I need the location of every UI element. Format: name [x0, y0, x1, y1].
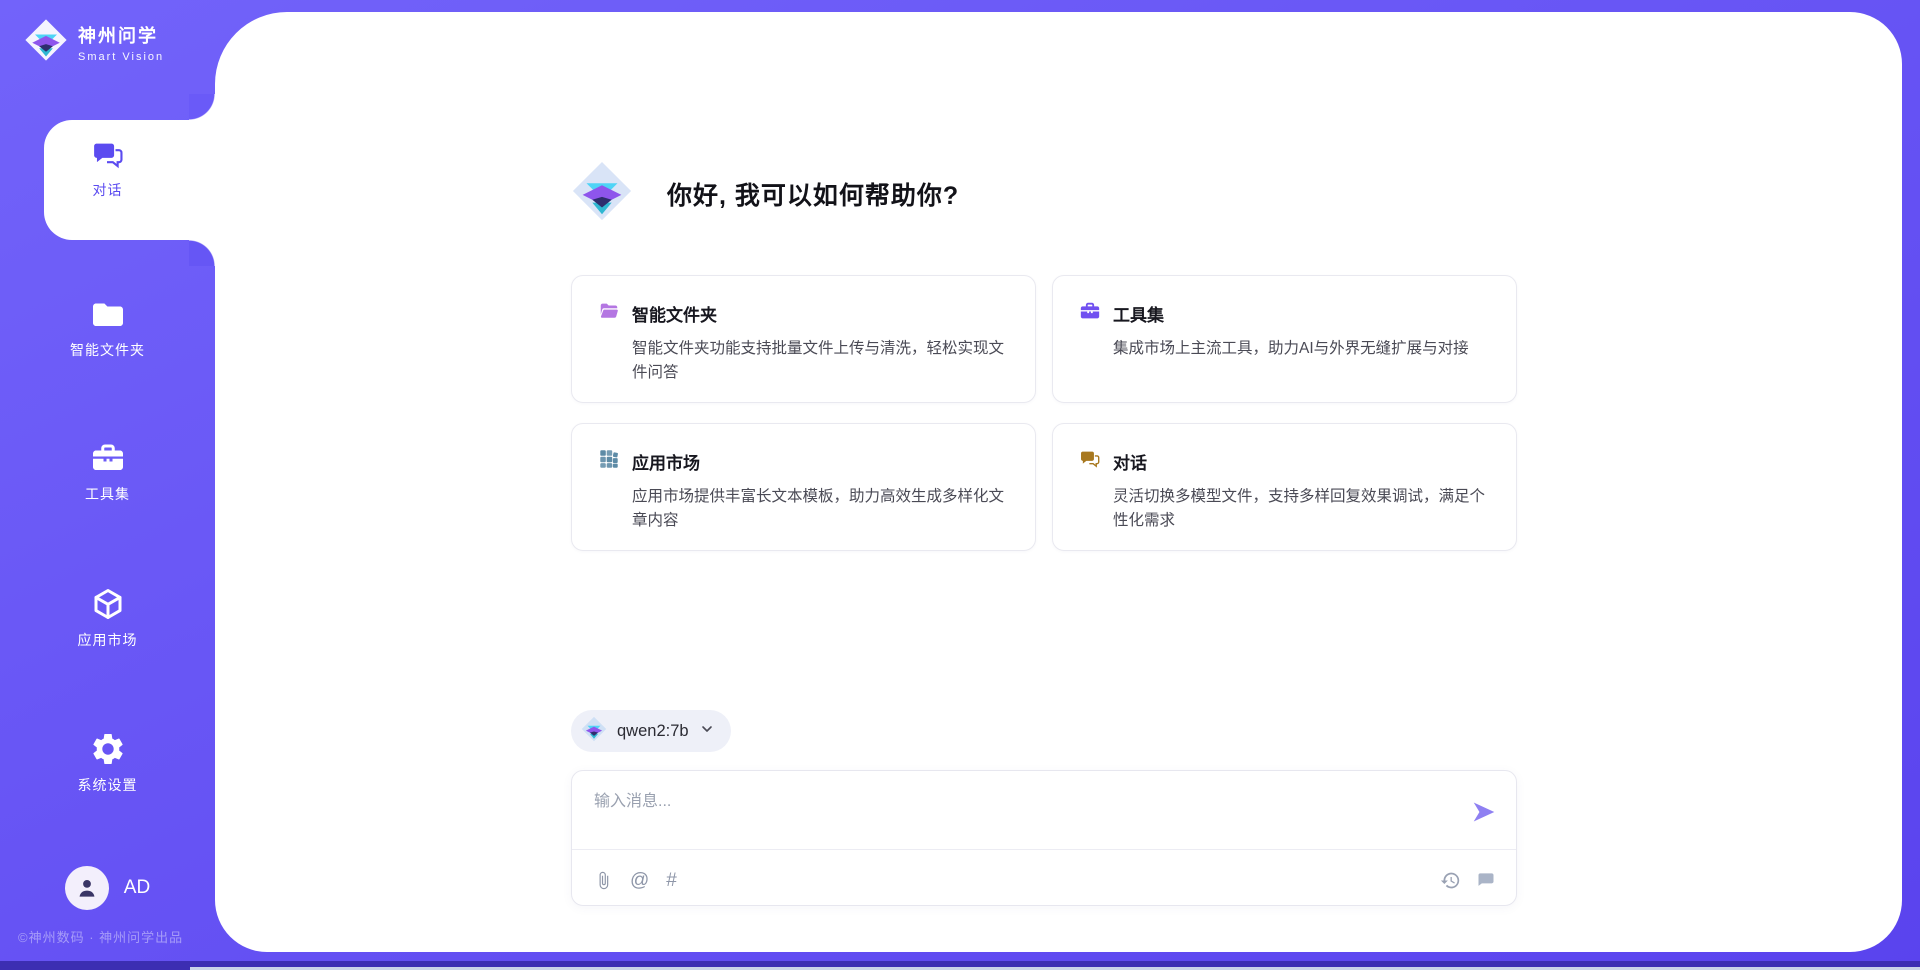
tab-fillet-top — [189, 94, 215, 120]
card-app-market[interactable]: 应用市场 应用市场提供丰富长文本模板，助力高效生成多样化文章内容 — [571, 423, 1036, 551]
card-title: 对话 — [1113, 449, 1147, 474]
app-name: 神州问学 — [78, 22, 164, 48]
user-name: AD — [124, 877, 150, 899]
card-title: 智能文件夹 — [632, 301, 717, 326]
sidebar-item-label: 对话 — [93, 180, 123, 200]
greeting-logo-icon — [571, 160, 633, 227]
feature-cards: 智能文件夹 智能文件夹功能支持批量文件上传与清洗，轻松实现文件问答 工具集 集成… — [571, 275, 1517, 551]
composer-input[interactable] — [594, 787, 1434, 843]
card-smart-folder[interactable]: 智能文件夹 智能文件夹功能支持批量文件上传与清洗，轻松实现文件问答 — [571, 275, 1036, 403]
message-composer: @ # — [571, 770, 1517, 906]
attach-icon[interactable] — [594, 871, 613, 890]
composer-toolbar: @ # — [594, 861, 1496, 899]
sidebar-item-label: 系统设置 — [78, 775, 138, 795]
app-logo: 神州问学 Smart Vision — [24, 18, 164, 67]
tab-fillet-bottom — [189, 240, 215, 266]
chat-icon — [91, 138, 125, 172]
sidebar-item-chat[interactable]: 对话 — [0, 138, 215, 200]
composer-divider — [572, 849, 1516, 850]
mention-icon[interactable]: @ — [630, 871, 649, 890]
greeting-row: 你好, 我可以如何帮助你? — [571, 160, 959, 227]
sidebar-item-toolset[interactable]: 工具集 — [0, 440, 215, 504]
folder-open-icon — [598, 300, 620, 327]
quick-phrase-icon[interactable] — [1476, 870, 1496, 890]
card-description: 应用市场提供丰富长文本模板，助力高效生成多样化文章内容 — [632, 485, 1009, 533]
model-selector[interactable]: qwen2:7b — [571, 710, 731, 752]
card-description: 灵活切换多模型文件，支持多样回复效果调试，满足个性化需求 — [1113, 485, 1490, 533]
user-profile[interactable]: AD — [0, 866, 215, 910]
card-chat[interactable]: 对话 灵活切换多模型文件，支持多样回复效果调试，满足个性化需求 — [1052, 423, 1517, 551]
main-content-area: 你好, 我可以如何帮助你? 智能文件夹 智能文件夹功能支持批量文件上传与清洗，轻… — [215, 12, 1902, 952]
gear-icon — [90, 731, 126, 767]
sidebar-item-label: 工具集 — [85, 484, 130, 504]
app-subtitle: Smart Vision — [78, 51, 164, 63]
cube-icon — [90, 586, 126, 622]
user-avatar — [65, 866, 109, 910]
toolbox-icon — [90, 440, 126, 476]
chevron-down-icon — [699, 721, 715, 742]
folder-icon — [90, 296, 126, 332]
send-icon — [1471, 799, 1497, 828]
chat-icon — [1079, 448, 1101, 475]
card-description: 集成市场上主流工具，助力AI与外界无缝扩展与对接 — [1113, 337, 1490, 361]
sidebar-item-settings[interactable]: 系统设置 — [0, 731, 215, 795]
greeting-text: 你好, 我可以如何帮助你? — [667, 176, 959, 212]
app-logo-icon — [24, 18, 68, 67]
copyright-footer: ©神州数码 · 神州问学出品 — [18, 927, 183, 946]
apps-grid-icon — [598, 448, 620, 475]
sidebar-item-app-market[interactable]: 应用市场 — [0, 586, 215, 650]
card-description: 智能文件夹功能支持批量文件上传与清洗，轻松实现文件问答 — [632, 337, 1009, 385]
sidebar: 神州问学 Smart Vision 对话 智能文件夹 工具集 — [0, 0, 215, 970]
card-title: 工具集 — [1113, 301, 1164, 326]
toolbox-icon — [1079, 300, 1101, 327]
model-name: qwen2:7b — [617, 722, 689, 741]
history-icon[interactable] — [1440, 870, 1461, 891]
sidebar-item-smart-folder[interactable]: 智能文件夹 — [0, 296, 215, 360]
sidebar-item-label: 智能文件夹 — [70, 340, 145, 360]
model-logo-icon — [581, 716, 607, 747]
card-toolset[interactable]: 工具集 集成市场上主流工具，助力AI与外界无缝扩展与对接 — [1052, 275, 1517, 403]
send-button[interactable] — [1468, 797, 1500, 829]
card-title: 应用市场 — [632, 449, 700, 474]
sidebar-item-label: 应用市场 — [78, 630, 138, 650]
hashtag-icon[interactable]: # — [666, 871, 677, 890]
